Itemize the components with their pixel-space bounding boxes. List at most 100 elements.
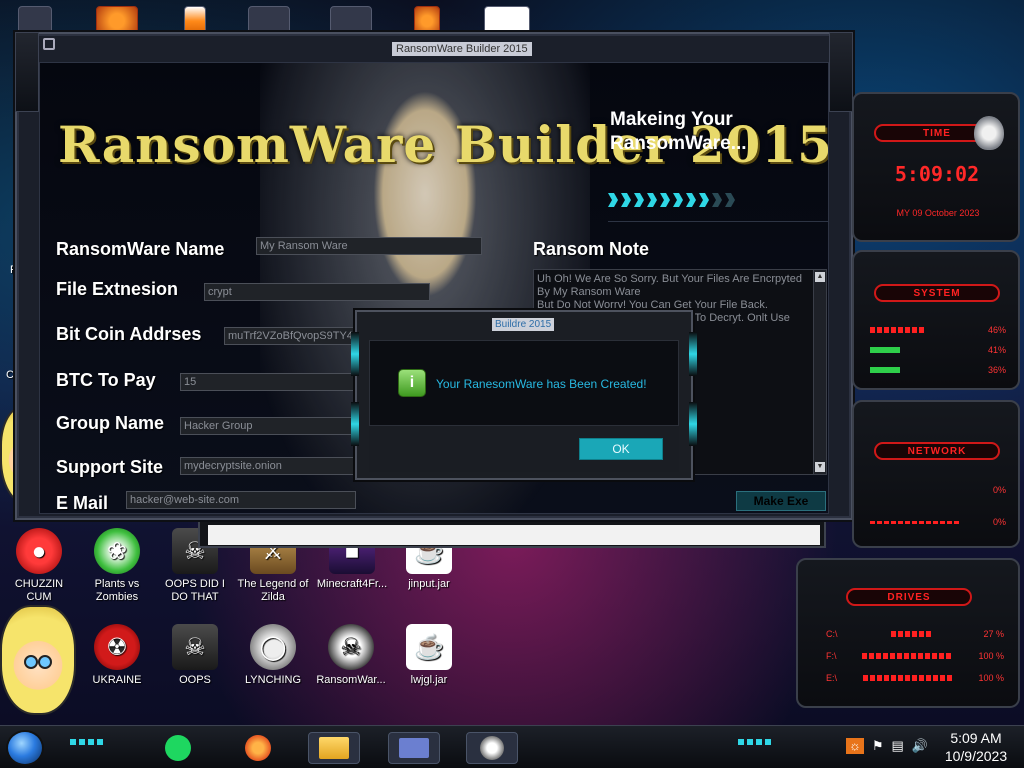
desktop-icon[interactable]: ☢ UKRAINE <box>84 624 150 687</box>
network-value: 0% <box>992 485 1006 495</box>
system-row: 46% <box>870 324 1006 336</box>
file-extension-input[interactable]: crypt <box>204 283 430 301</box>
desktop-icon-label: The Legend of Zilda <box>237 578 309 603</box>
status-text: Makeing Your RansomWare... <box>610 109 747 154</box>
desktop-icon[interactable]: ☠ OOPS <box>162 624 228 687</box>
oops-icon: ☠ <box>172 624 218 670</box>
drive-value: 100 % <box>978 673 1004 683</box>
ransomware-name-label: RansomWare Name <box>56 239 225 259</box>
desktop-icon[interactable]: ☠ RansomWar... <box>314 624 388 687</box>
email-label: E Mail <box>56 493 109 513</box>
alien-logo-icon <box>974 116 1004 150</box>
desktop-icon-label: RansomWar... <box>316 674 386 686</box>
support-site-input[interactable]: mydecryptsite.onion <box>180 457 356 475</box>
network-header: NETWORK <box>874 442 1000 460</box>
progress-chevron <box>699 193 709 207</box>
desktop-icon[interactable]: ☕ lwjgl.jar <box>396 624 462 687</box>
progress-chevron <box>686 193 696 207</box>
volume-icon[interactable]: 🔊 <box>912 738 928 754</box>
desktop-icon[interactable]: ◯ LYNCHING <box>240 624 306 687</box>
usage-bar <box>870 327 925 333</box>
desktop-icon-label: OOPS <box>179 674 211 686</box>
desktop-icon-label: jinput.jar <box>408 578 450 590</box>
desktop-icon-label: LYNCHING <box>244 674 302 686</box>
frame-accent <box>689 332 697 376</box>
time-gadget[interactable]: TIME 5:09:02 MY 09 October 2023 <box>852 92 1020 242</box>
window-frame-corner <box>15 32 39 112</box>
spotify-icon[interactable] <box>152 732 204 764</box>
ransomware-name-input[interactable]: My Ransom Ware <box>256 237 482 255</box>
drive-name: E:\ <box>826 673 838 683</box>
system-row: 41% <box>870 344 1006 356</box>
group-name-input[interactable]: Hacker Group <box>180 417 356 435</box>
file-extension-label: File Extnesion <box>56 279 179 299</box>
desktop-icon-label: UKRAINE <box>92 674 142 686</box>
drive-value: 100 % <box>978 651 1004 661</box>
scroll-down-icon[interactable]: ▼ <box>815 462 825 472</box>
progress-chevron <box>608 193 618 207</box>
start-button[interactable] <box>6 730 44 766</box>
firefox-icon[interactable] <box>232 732 284 764</box>
background-window-strip <box>198 520 826 548</box>
build-complete-dialog[interactable]: Buildre 2015 i Your RanesomWare has Been… <box>351 310 697 480</box>
window-icon[interactable] <box>388 732 440 764</box>
group-name-label: Group Name <box>56 413 165 433</box>
make-exe-button[interactable]: Make Exe <box>736 491 826 511</box>
ok-button[interactable]: OK <box>579 438 663 460</box>
desktop-icon-label: Minecraft4Fr... <box>316 578 388 590</box>
progress-chevron <box>712 193 722 207</box>
network-graph <box>870 520 960 524</box>
info-icon: i <box>398 369 426 397</box>
btc-to-pay-input[interactable]: 15 <box>180 373 356 391</box>
drive-row: F:\ 100 % <box>826 650 1004 662</box>
file-explorer-icon[interactable] <box>308 732 360 764</box>
progress-chevron <box>621 193 631 207</box>
drives-header: DRIVES <box>846 588 972 606</box>
desktop-icon[interactable]: ❀ Plants vs Zombies <box>84 528 150 604</box>
system-tray: ☼ ⚑ ▤ 🔊 <box>845 738 928 754</box>
drives-gadget[interactable]: DRIVES C:\ 27 % F:\ 100 % E:\ 100 % <box>796 558 1020 708</box>
build-progress-bar <box>608 191 750 209</box>
flag-icon[interactable]: ⚑ <box>872 738 884 754</box>
ransomware-icon[interactable] <box>466 732 518 764</box>
noose-icon: ◯ <box>250 624 296 670</box>
time-value: 5:09:02 <box>894 162 980 186</box>
clock-date: 10/9/2023 <box>944 748 1008 764</box>
frame-accent <box>351 402 359 446</box>
email-input[interactable]: hacker@web-site.com <box>126 491 356 509</box>
scrollbar[interactable]: ▲ ▼ <box>813 270 826 474</box>
bulb-icon[interactable]: ☼ <box>845 738 864 754</box>
scroll-up-icon[interactable]: ▲ <box>815 272 825 282</box>
drive-row: E:\ 100 % <box>826 672 1004 684</box>
dialog-title: Buildre 2015 <box>492 318 555 331</box>
network-gadget[interactable]: NETWORK 0% 0% <box>852 400 1020 548</box>
progress-chevron <box>660 193 670 207</box>
taskbar-accent <box>70 739 106 745</box>
star-cartoon-decoration <box>0 605 76 715</box>
dialog-message: Your RanesomWare has Been Created! <box>436 377 647 391</box>
window-title: RansomWare Builder 2015 <box>392 42 532 56</box>
taskbar-clock[interactable]: 5:09 AM 10/9/2023 <box>934 729 1018 765</box>
make-exe-label: Make Exe <box>753 494 809 508</box>
usage-value: 41% <box>987 345 1006 355</box>
system-header: SYSTEM <box>874 284 1000 302</box>
desktop-icon-label: CHUZZIN CUM <box>14 578 64 603</box>
window-menu-icon[interactable] <box>43 38 55 50</box>
desktop-icon-label: lwjgl.jar <box>410 674 448 686</box>
system-gadget[interactable]: SYSTEM 46% 41% 36% <box>852 250 1020 390</box>
progress-chevron <box>634 193 644 207</box>
progress-chevron <box>647 193 657 207</box>
bitcoin-address-label: Bit Coin Addrses <box>56 324 202 344</box>
network-row: 0% <box>870 516 1006 528</box>
usage-value: 46% <box>987 325 1006 335</box>
chuzzle-icon: ● <box>16 528 62 574</box>
drive-bar <box>890 631 931 637</box>
java-jar-icon: ☕ <box>406 624 452 670</box>
drive-row: C:\ 27 % <box>826 628 1004 640</box>
frame-accent <box>351 332 359 376</box>
btc-to-pay-label: BTC To Pay <box>56 370 156 390</box>
system-row: 36% <box>870 364 1006 376</box>
network-icon[interactable]: ▤ <box>892 738 904 754</box>
desktop-icon[interactable]: ● CHUZZIN CUM <box>6 528 72 604</box>
drive-value: 27 % <box>983 629 1004 639</box>
